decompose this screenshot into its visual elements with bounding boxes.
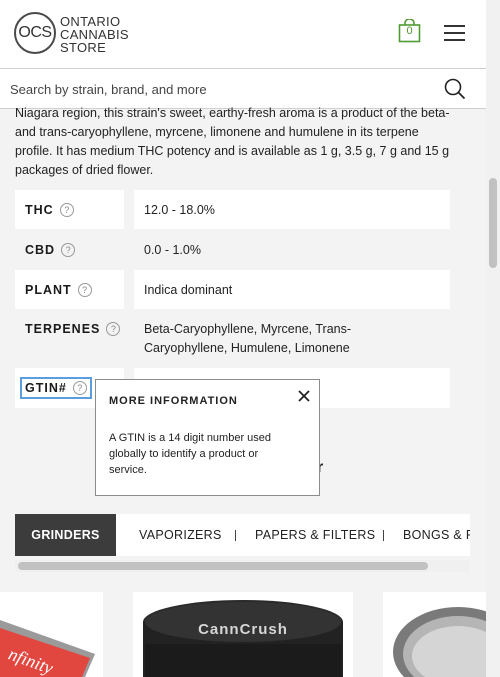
product-brand-logo: CannCrush bbox=[198, 621, 288, 638]
help-icon[interactable]: ? bbox=[77, 282, 92, 297]
spec-row-thc: THC? 12.0 - 18.0% bbox=[15, 190, 450, 229]
tab-bongs-pipes[interactable]: BONGS & PI bbox=[403, 514, 470, 556]
tooltip-body: A GTIN is a 14 digit number used globall… bbox=[109, 430, 299, 478]
close-icon[interactable] bbox=[296, 388, 312, 404]
menu-button[interactable] bbox=[444, 24, 466, 42]
info-tooltip: MORE INFORMATION A GTIN is a 14 digit nu… bbox=[95, 379, 320, 496]
spec-label: TERPENES? bbox=[15, 310, 124, 368]
logo-line-3: STORE bbox=[60, 40, 107, 55]
logo-mark: OCS bbox=[18, 24, 52, 41]
product-description: Niagara region, this strain's sweet, ear… bbox=[15, 104, 470, 180]
tooltip-line: A GTIN is a 14 digit number used bbox=[109, 432, 272, 444]
spec-row-cbd: CBD? 0.0 - 1.0% bbox=[15, 230, 450, 269]
hamburger-icon-bar bbox=[444, 32, 465, 34]
help-icon[interactable]: ? bbox=[106, 322, 121, 336]
spec-value: Beta-Caryophyllene, Myrcene, Trans- Cary… bbox=[134, 310, 450, 368]
spec-value: 12.0 - 18.0% bbox=[134, 190, 450, 229]
spec-label: PLANT? bbox=[15, 270, 124, 309]
page-scrollbar[interactable] bbox=[486, 0, 500, 677]
tooltip-title: MORE INFORMATION bbox=[109, 395, 238, 407]
spec-label-text: PLANT bbox=[25, 282, 72, 297]
category-tabs: GRINDERS VAPORIZERS PAPERS & FILTERS BON… bbox=[15, 514, 470, 556]
description-line: and trans-caryophyllene, myrcene, limone… bbox=[15, 125, 419, 139]
cart-count: 0 bbox=[406, 25, 413, 37]
tab-grinders[interactable]: GRINDERS bbox=[15, 514, 116, 556]
tab-vaporizers[interactable]: VAPORIZERS bbox=[139, 514, 222, 556]
help-icon[interactable]: ? bbox=[72, 381, 87, 395]
product-card[interactable]: nfinity bbox=[0, 592, 103, 677]
cart-button[interactable]: 0 bbox=[398, 18, 421, 43]
search-input[interactable] bbox=[10, 79, 430, 99]
tooltip-line: globally to identify a product or bbox=[109, 448, 259, 460]
product-image: CannCrush bbox=[143, 600, 343, 677]
spec-label-text: CBD bbox=[25, 242, 56, 257]
tab-divider bbox=[235, 530, 236, 541]
spec-row-plant: PLANT? Indica dominant bbox=[15, 270, 450, 309]
tabs-scroll-thumb[interactable] bbox=[18, 562, 428, 570]
hamburger-icon bbox=[444, 25, 465, 27]
spec-value: Indica dominant bbox=[134, 270, 450, 309]
search-bar bbox=[0, 69, 486, 109]
spec-row-terpenes: TERPENES? Beta-Caryophyllene, Myrcene, T… bbox=[15, 310, 450, 368]
product-image bbox=[393, 607, 486, 677]
spec-label-text: GTIN# bbox=[25, 381, 67, 395]
tabs-scrollbar[interactable] bbox=[15, 560, 470, 572]
hamburger-icon-bar bbox=[444, 39, 465, 41]
description-line: Niagara region, this strain's sweet, ear… bbox=[15, 106, 450, 120]
description-line: profile. It has medium THC potency and i… bbox=[15, 144, 450, 158]
gtin-help-focus[interactable]: GTIN#? bbox=[20, 377, 92, 399]
help-icon[interactable]: ? bbox=[61, 242, 76, 257]
description-line: packages of dried flower. bbox=[15, 163, 154, 177]
help-icon[interactable]: ? bbox=[59, 202, 74, 217]
spec-label: CBD? bbox=[15, 230, 124, 269]
spec-value-line: Caryophyllene, Humulene, Limonene bbox=[144, 341, 350, 355]
logo-wordmark[interactable]: ONTARIO CANNABIS STORE bbox=[60, 15, 129, 54]
search-icon[interactable] bbox=[444, 78, 466, 100]
ocs-logo[interactable]: OCS bbox=[14, 12, 56, 54]
tab-papers-filters[interactable]: PAPERS & FILTERS bbox=[255, 514, 375, 556]
page-scroll-thumb[interactable] bbox=[489, 178, 497, 268]
product-card[interactable]: CannCrush bbox=[133, 592, 353, 677]
spec-label-text: TERPENES bbox=[25, 322, 101, 336]
tooltip-line: service. bbox=[109, 464, 147, 476]
spec-label-text: THC bbox=[25, 202, 54, 217]
tab-divider bbox=[383, 530, 384, 541]
spec-value-line: Beta-Caryophyllene, Myrcene, Trans- bbox=[144, 322, 352, 336]
product-card[interactable] bbox=[383, 592, 486, 677]
spec-value: 0.0 - 1.0% bbox=[144, 242, 201, 257]
product-image: nfinity bbox=[0, 620, 95, 677]
spec-label: THC? bbox=[15, 190, 124, 229]
site-header: OCS ONTARIO CANNABIS STORE 0 bbox=[0, 0, 486, 69]
